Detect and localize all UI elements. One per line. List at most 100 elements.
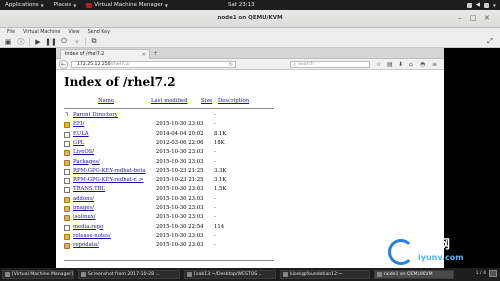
- url-bar[interactable]: 172.25.12.250/rhel7.2/ ↻: [71, 61, 236, 68]
- table-row: images/2015-10-30 23:03 -: [64, 205, 284, 213]
- file-link[interactable]: EULA: [73, 131, 89, 137]
- menu-send-key[interactable]: Send Key: [84, 30, 114, 35]
- file-modified-date: 2015-10-23 21:25: [156, 177, 204, 184]
- home-icon[interactable]: ⌂: [409, 61, 413, 68]
- menu-view[interactable]: View: [64, 30, 83, 35]
- file-link[interactable]: GPL: [73, 140, 84, 146]
- task-terminal-kiosk[interactable]: kiosk@foundation12:~: [280, 270, 370, 279]
- clock[interactable]: Sat 23:13: [228, 0, 255, 10]
- fullscreen-icon[interactable]: ⤢: [485, 37, 495, 46]
- file-modified-date: 2015-10-30 23:03: [156, 186, 204, 193]
- file-link[interactable]: images/: [73, 205, 94, 211]
- file-link[interactable]: LiveOS/: [73, 149, 94, 155]
- column-header-size[interactable]: Size: [201, 98, 212, 104]
- file-size: -: [214, 205, 216, 211]
- places-label: Places: [53, 2, 72, 8]
- column-header-description[interactable]: Description: [218, 98, 249, 104]
- column-header-modified[interactable]: Last modified: [151, 98, 188, 104]
- reload-icon[interactable]: ↻: [229, 62, 233, 68]
- applications-label: Applications: [5, 2, 39, 8]
- chevron-down-icon: ▼: [492, 2, 496, 8]
- task-label: Screenshot from 2017-10-28 ...: [88, 272, 160, 277]
- task-terminal-desktop[interactable]: [xab13:~/Desktop/WESTOS...: [184, 270, 276, 279]
- file-link[interactable]: RPM-GPG-KEY-redhat-r..>: [73, 177, 144, 183]
- new-tab-icon[interactable]: +: [153, 50, 158, 57]
- console-icon[interactable]: ▣: [3, 37, 13, 46]
- file-icon: [64, 224, 70, 231]
- file-icon: [64, 178, 70, 185]
- terminal-icon: [187, 272, 192, 277]
- terminal-icon: [283, 272, 288, 277]
- file-size: 18K: [214, 139, 225, 146]
- app-menu[interactable]: Virtual Machine Manager ▼: [81, 2, 173, 8]
- minimize-icon[interactable]: –: [458, 14, 462, 22]
- run-icon[interactable]: ▶: [33, 37, 43, 46]
- folder-icon: [64, 215, 70, 222]
- maximize-icon[interactable]: □: [470, 14, 477, 22]
- file-size: 1.5K: [214, 186, 227, 193]
- url-domain: 172.25.12.250: [77, 62, 111, 67]
- file-size: 3.3K: [214, 167, 227, 174]
- file-size: -: [214, 232, 216, 239]
- table-row: Parent Directory -: [64, 111, 284, 120]
- task-screenshot[interactable]: Screenshot from 2017-10-28 ...: [78, 270, 180, 279]
- virt-manager-icon: [5, 272, 10, 277]
- download-icon[interactable]: ⬇: [398, 61, 403, 68]
- file-link[interactable]: TRANS.TBL: [73, 186, 105, 192]
- chevron-down-icon: ▼: [40, 2, 44, 8]
- search-input[interactable]: ⌕ Search: [290, 61, 370, 68]
- file-modified-date: 2015-10-23 21:25: [156, 167, 204, 174]
- shutdown-icon[interactable]: ⏻: [59, 37, 69, 46]
- menu-file[interactable]: File: [3, 30, 19, 35]
- table-row: RPM-GPG-KEY-redhat-beta 2015-10-23 21:25 3…: [64, 168, 284, 176]
- places-menu[interactable]: Places ▼: [49, 2, 82, 8]
- menu-virtual-machine[interactable]: Virtual Machine: [19, 30, 64, 35]
- pocket-icon[interactable]: ◓: [420, 61, 425, 68]
- pause-icon[interactable]: ❚❚: [45, 37, 57, 46]
- column-header-name[interactable]: Name: [98, 98, 114, 104]
- table-row: media.repo 2015-10-30 22:54 114: [64, 224, 284, 232]
- file-link[interactable]: isolinux/: [73, 214, 96, 220]
- file-link[interactable]: repodata/: [73, 242, 99, 248]
- system-tray[interactable]: ◀ ▼: [466, 0, 496, 10]
- shutdown-dropdown-icon[interactable]: ▾: [72, 37, 82, 46]
- watermark-logo-icon: [388, 239, 414, 265]
- image-icon: [81, 272, 86, 277]
- star-icon[interactable]: ☆: [376, 61, 381, 68]
- virt-manager-icon: [86, 2, 93, 8]
- file-icon: [64, 131, 70, 138]
- file-link[interactable]: media.repo: [73, 224, 103, 230]
- site-watermark: 运维网 iyunv.com: [380, 235, 490, 275]
- close-icon[interactable]: ✕: [484, 14, 490, 22]
- reading-list-icon[interactable]: ▤: [387, 61, 393, 68]
- file-icon: [64, 187, 70, 194]
- file-size: -: [214, 158, 216, 165]
- file-link[interactable]: addons/: [73, 196, 94, 202]
- file-link[interactable]: release-notes/: [73, 233, 111, 239]
- details-icon[interactable]: ⓘ: [16, 37, 26, 46]
- close-tab-icon[interactable]: ✕: [142, 52, 146, 58]
- applications-menu[interactable]: Applications ▼: [0, 2, 49, 8]
- snapshot-icon[interactable]: ⧉: [89, 37, 99, 46]
- task-label: kiosk@foundation12:~: [290, 272, 343, 277]
- network-icon: [466, 2, 472, 8]
- task-virt-manager[interactable]: [Virtual Machine Manager]: [2, 270, 74, 279]
- file-link[interactable]: RPM-GPG-KEY-redhat-beta: [73, 168, 146, 174]
- file-modified-date: 2015-10-30 23:03: [156, 149, 204, 156]
- file-link[interactable]: EFI/: [73, 121, 84, 127]
- table-row: RPM-GPG-KEY-redhat-r..> 2015-10-23 21:25 3…: [64, 177, 284, 185]
- file-size: -: [214, 242, 216, 249]
- file-link[interactable]: Packages/: [73, 159, 100, 165]
- folder-icon: [64, 150, 70, 157]
- hamburger-menu-icon[interactable]: ≡: [432, 61, 437, 68]
- table-row: EULA 2014-04-04 20:02 8.1K: [64, 131, 284, 139]
- browser-tab[interactable]: Index of /rhel7.2 ✕: [60, 49, 150, 59]
- file-size: -: [214, 214, 216, 221]
- watermark-subtitle: iyunv.com: [418, 253, 464, 262]
- file-size: 8.1K: [214, 130, 227, 137]
- task-label: [Virtual Machine Manager]: [12, 272, 73, 277]
- divider: [64, 260, 274, 261]
- workspace-thumbnail[interactable]: [489, 270, 497, 277]
- file-link[interactable]: Parent Directory: [73, 112, 118, 118]
- back-icon[interactable]: ←: [59, 60, 68, 69]
